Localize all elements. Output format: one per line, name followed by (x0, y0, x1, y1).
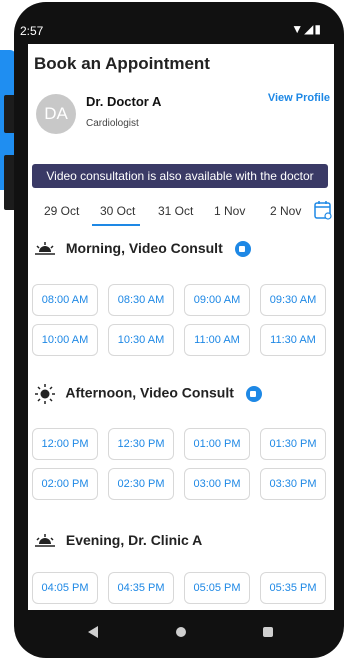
video-icon (234, 241, 251, 258)
status-time: 2:57 (20, 24, 44, 38)
date-tab[interactable]: 29 Oct (44, 204, 79, 218)
time-slot[interactable]: 02:30 PM (108, 468, 174, 500)
view-profile-link[interactable]: View Profile (268, 92, 330, 104)
date-tab-selected[interactable]: 30 Oct (100, 204, 135, 218)
video-consult-banner: Video consultation is also available wit… (32, 164, 328, 188)
time-slot[interactable]: 12:30 PM (108, 428, 174, 460)
time-slot[interactable]: 08:30 AM (108, 284, 174, 316)
calendar-icon[interactable] (314, 200, 332, 220)
time-slot[interactable]: 11:30 AM (260, 324, 326, 356)
recent-apps-icon[interactable] (263, 627, 273, 637)
section-afternoon-title: Afternoon, Video Consult (65, 384, 234, 401)
time-slot[interactable]: 03:30 PM (260, 468, 326, 500)
section-morning: Morning, Video Consult (34, 240, 251, 258)
time-slot[interactable]: 03:00 PM (184, 468, 250, 500)
status-icons: ▼◢▮ (291, 22, 322, 36)
page-title: Book an Appointment (34, 54, 210, 73)
sun-icon (35, 384, 55, 404)
header: Book an Appointment (28, 44, 334, 78)
time-slot[interactable]: 01:30 PM (260, 428, 326, 460)
video-icon (245, 386, 262, 402)
date-tab[interactable]: 2 Nov (270, 204, 301, 218)
section-evening-title: Evening, Dr. Clinic A (65, 532, 203, 548)
date-selector: 29 Oct 30 Oct 31 Oct 1 Nov 2 Nov (28, 196, 334, 226)
time-slot[interactable]: 04:35 PM (108, 572, 174, 604)
time-slot[interactable]: 05:35 PM (260, 572, 326, 604)
time-slot[interactable]: 09:30 AM (260, 284, 326, 316)
time-slot[interactable]: 05:05 PM (184, 572, 250, 604)
system-nav-bar (28, 610, 334, 658)
time-slot[interactable]: 12:00 PM (32, 428, 98, 460)
avatar: DA (36, 94, 76, 134)
time-slot[interactable]: 02:00 PM (32, 468, 98, 500)
back-icon[interactable] (88, 626, 98, 638)
time-slot[interactable]: 01:00 PM (184, 428, 250, 460)
doctor-name: Dr. Doctor A (86, 94, 162, 109)
time-slot[interactable]: 08:00 AM (32, 284, 98, 316)
time-slot[interactable]: 10:30 AM (108, 324, 174, 356)
time-slot[interactable]: 04:05 PM (32, 572, 98, 604)
status-bar: 2:57 ▼◢▮ (14, 20, 334, 42)
section-afternoon: Afternoon, Video Consult (34, 384, 262, 404)
section-evening: Evening, Dr. Clinic A (34, 532, 202, 549)
doctor-card: DA Dr. Doctor A Cardiologist View Profil… (28, 84, 334, 148)
doctor-specialty: Cardiologist (86, 118, 139, 129)
time-slot[interactable]: 09:00 AM (184, 284, 250, 316)
app-screen: Book an Appointment DA Dr. Doctor A Card… (28, 44, 334, 610)
selected-date-indicator (92, 224, 140, 226)
sunset-icon (35, 534, 55, 548)
time-slot[interactable]: 10:00 AM (32, 324, 98, 356)
time-slot[interactable]: 11:00 AM (184, 324, 250, 356)
sunrise-icon (35, 242, 55, 256)
section-morning-title: Morning, Video Consult (65, 240, 223, 256)
date-tab[interactable]: 31 Oct (158, 204, 193, 218)
date-tab[interactable]: 1 Nov (214, 204, 245, 218)
home-icon[interactable] (176, 627, 186, 637)
